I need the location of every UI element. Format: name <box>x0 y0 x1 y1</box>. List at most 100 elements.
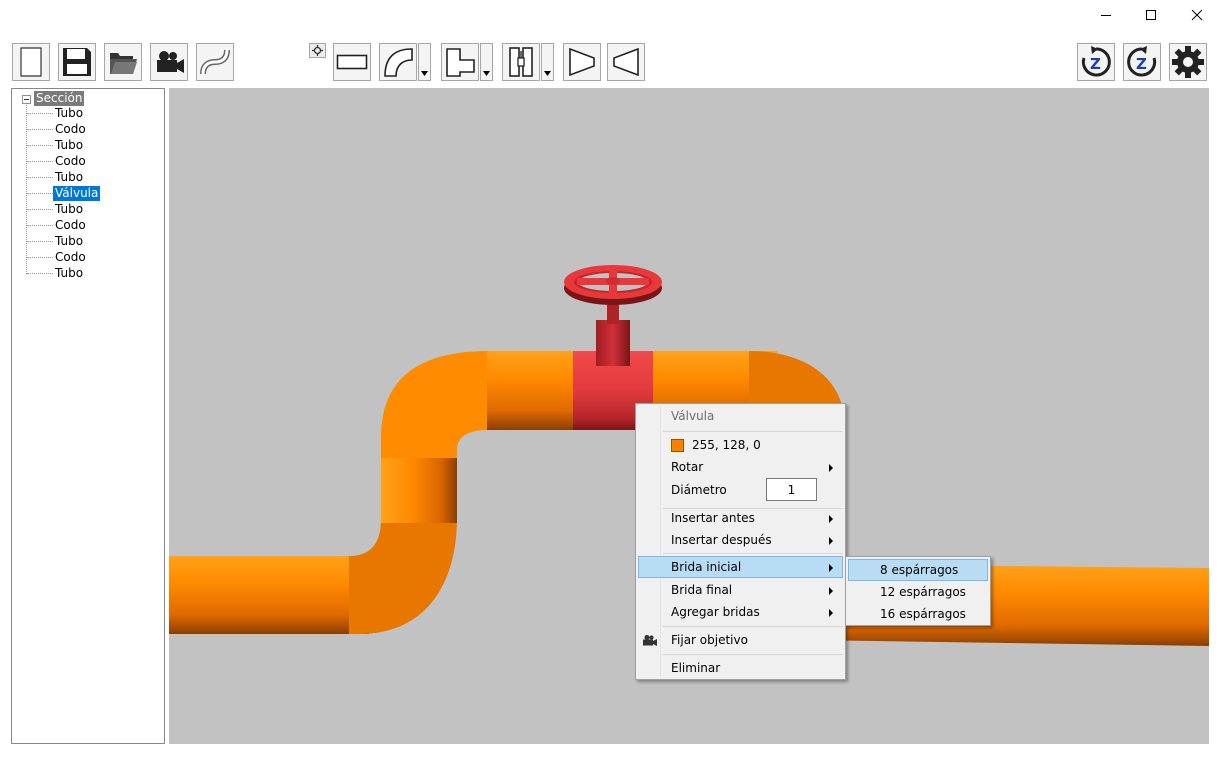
gear-icon <box>1172 46 1204 78</box>
submenu-arrow-icon <box>829 587 833 595</box>
menu-item-insert-after[interactable]: Insertar después <box>638 529 843 551</box>
tree-item-label: Válvula <box>53 185 101 201</box>
open-folder-icon <box>110 53 137 74</box>
tree-item[interactable]: Tubo <box>27 137 85 153</box>
collapse-toggle[interactable] <box>22 95 31 104</box>
straight-pipe-icon <box>336 54 368 70</box>
tree-root-seccion[interactable]: Sección <box>34 91 85 106</box>
rotate-z-ccw-button[interactable]: Z <box>1123 43 1161 81</box>
straight-pipe-button[interactable] <box>333 43 371 81</box>
camera-button[interactable] <box>150 43 188 81</box>
end-flange-label: Brida final <box>671 583 733 597</box>
tree-item[interactable]: Tubo <box>27 105 85 121</box>
submenu-item-label: 12 espárragos <box>880 585 966 599</box>
close-icon <box>1191 9 1203 21</box>
tree-item[interactable]: Tubo <box>27 233 85 249</box>
s-curve-icon <box>200 49 230 75</box>
tree-item-label: Tubo <box>55 169 84 184</box>
color-value-label: 255, 128, 0 <box>692 438 761 452</box>
menu-item-insert-before[interactable]: Insertar antes <box>638 507 843 529</box>
reducer-button[interactable] <box>563 43 601 81</box>
svg-text:Z: Z <box>1136 55 1147 73</box>
menu-separator <box>663 431 843 432</box>
expander-button[interactable] <box>607 43 645 81</box>
diameter-label: Diámetro <box>671 483 727 497</box>
maximize-button[interactable] <box>1128 0 1174 30</box>
tee-icon <box>446 48 475 77</box>
tree-item-label: Codo <box>55 249 86 264</box>
tree-item[interactable]: Codo <box>27 153 88 169</box>
submenu-arrow-icon <box>829 537 833 545</box>
submenu-item-12-studs[interactable]: 12 espárragos <box>848 581 988 603</box>
elbow-icon <box>384 48 413 77</box>
s-curve-button[interactable] <box>196 43 234 81</box>
valve-button[interactable] <box>502 43 540 81</box>
menu-separator <box>663 626 843 627</box>
open-button[interactable] <box>104 43 142 81</box>
valve-dropdown[interactable] <box>541 43 554 81</box>
menu-item-end-flange[interactable]: Brida final <box>638 579 843 601</box>
tree-item[interactable]: Codo <box>27 217 88 233</box>
settings-button[interactable] <box>1169 43 1207 81</box>
menu-item-delete[interactable]: Eliminar <box>638 657 843 679</box>
tree-item-label: Tubo <box>55 201 84 216</box>
submenu-arrow-icon <box>829 609 833 617</box>
set-target-label: Fijar objetivo <box>671 633 748 647</box>
small-settings-button[interactable] <box>309 43 326 58</box>
tree-item-selected[interactable]: Válvula <box>27 185 101 201</box>
submenu-arrow-icon <box>829 515 833 523</box>
elbow-button[interactable] <box>379 43 417 81</box>
tree-item[interactable]: Tubo <box>27 201 85 217</box>
submenu-item-label: 8 espárragos <box>880 563 959 577</box>
submenu-arrow-icon <box>829 564 833 572</box>
save-button[interactable] <box>58 43 96 81</box>
add-flanges-label: Agregar bridas <box>671 605 760 619</box>
new-file-icon <box>20 47 42 77</box>
rotate-z-cw-button[interactable]: Z <box>1077 43 1115 81</box>
tree-item-label: Codo <box>55 217 86 232</box>
color-swatch <box>671 439 684 452</box>
maximize-icon <box>1146 10 1156 20</box>
start-flange-label: Brida inicial <box>671 560 742 574</box>
menu-item-start-flange[interactable]: Brida inicial <box>638 556 843 578</box>
insert-before-label: Insertar antes <box>671 511 755 525</box>
tree-item[interactable]: Codo <box>27 249 88 265</box>
tee-dropdown[interactable] <box>480 43 493 81</box>
close-button[interactable] <box>1174 0 1220 30</box>
menu-separator <box>663 654 843 655</box>
tree-item-label: Tubo <box>55 105 84 120</box>
section-tree[interactable]: Sección Tubo Codo Tubo Codo Tubo Válvula… <box>11 88 165 744</box>
menu-item-color[interactable]: 255, 128, 0 <box>638 434 843 456</box>
context-menu: Válvula 255, 128, 0 Rotar Diámetro 1 Ins… <box>635 403 846 680</box>
tree-item-label: Tubo <box>55 265 84 280</box>
delete-label: Eliminar <box>671 661 721 675</box>
save-icon <box>63 48 91 76</box>
rotate-z-counterclockwise-icon: Z <box>1127 46 1157 77</box>
minimize-icon <box>1101 15 1111 16</box>
tree-item[interactable]: Tubo <box>27 169 85 185</box>
menu-header-label: Válvula <box>671 409 715 423</box>
submenu-arrow-icon <box>829 464 833 472</box>
tree-item-label: Codo <box>55 153 86 168</box>
diameter-input[interactable]: 1 <box>766 478 817 501</box>
elbow-dropdown[interactable] <box>418 43 431 81</box>
tree-item[interactable]: Codo <box>27 121 88 137</box>
menu-item-set-target[interactable]: Fijar objetivo <box>638 629 843 651</box>
minimize-button[interactable] <box>1083 0 1129 30</box>
submenu-item-16-studs[interactable]: 16 espárragos <box>848 603 988 625</box>
submenu-item-label: 16 espárragos <box>880 607 966 621</box>
camera-icon <box>643 635 657 646</box>
expander-icon <box>613 47 639 77</box>
settings-small-icon <box>312 45 323 56</box>
menu-item-diameter: Diámetro 1 <box>638 478 843 501</box>
tree-item-label: Tubo <box>55 137 84 152</box>
tree-item[interactable]: Tubo <box>27 265 85 281</box>
tee-button[interactable] <box>441 43 479 81</box>
menu-item-rotate[interactable]: Rotar <box>638 456 843 478</box>
flange-submenu: 8 espárragos 12 espárragos 16 espárragos <box>845 556 991 626</box>
submenu-item-8-studs[interactable]: 8 espárragos <box>848 559 988 581</box>
rotate-label: Rotar <box>671 460 704 474</box>
menu-separator <box>663 553 843 554</box>
new-file-button[interactable] <box>12 43 50 81</box>
menu-item-add-flanges[interactable]: Agregar bridas <box>638 601 843 623</box>
